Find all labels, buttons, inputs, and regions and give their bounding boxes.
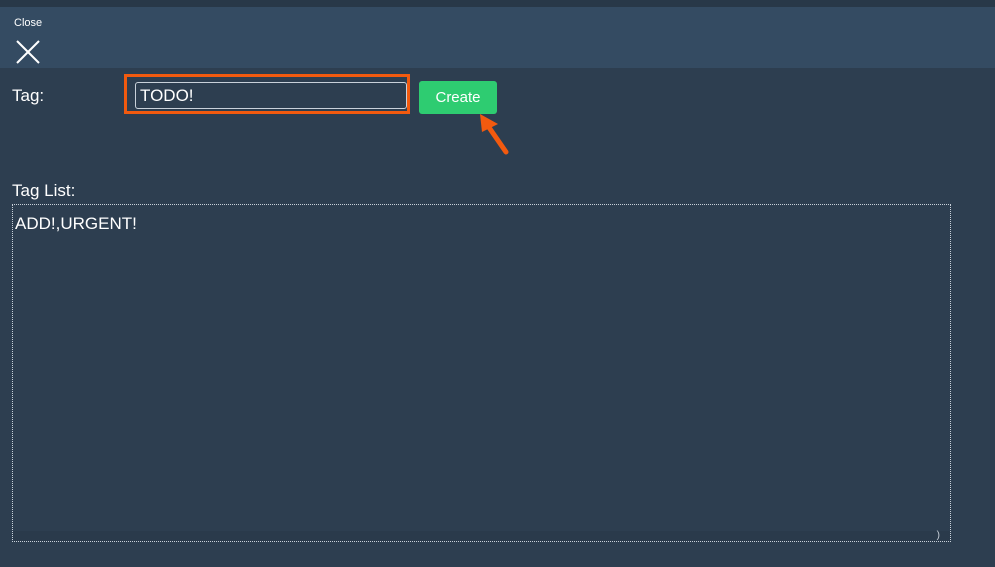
dialog-header: Close [0, 7, 995, 68]
tag-label: Tag: [12, 86, 45, 105]
tag-list-content: ADD!,URGENT! [15, 214, 137, 233]
tag-input[interactable] [135, 82, 407, 109]
top-strip [0, 0, 995, 7]
tag-list-label: Tag List: [12, 181, 76, 200]
pointer-arrow-icon [480, 114, 509, 155]
close-label: Close [14, 17, 43, 29]
close-icon[interactable] [15, 39, 41, 65]
horizontal-scrollbar[interactable]: ) [13, 531, 950, 541]
close-button[interactable]: Close [10, 15, 50, 65]
resize-grip-icon[interactable]: ) [937, 531, 940, 541]
tag-list-textarea[interactable]: ADD!,URGENT! ) [12, 204, 951, 542]
